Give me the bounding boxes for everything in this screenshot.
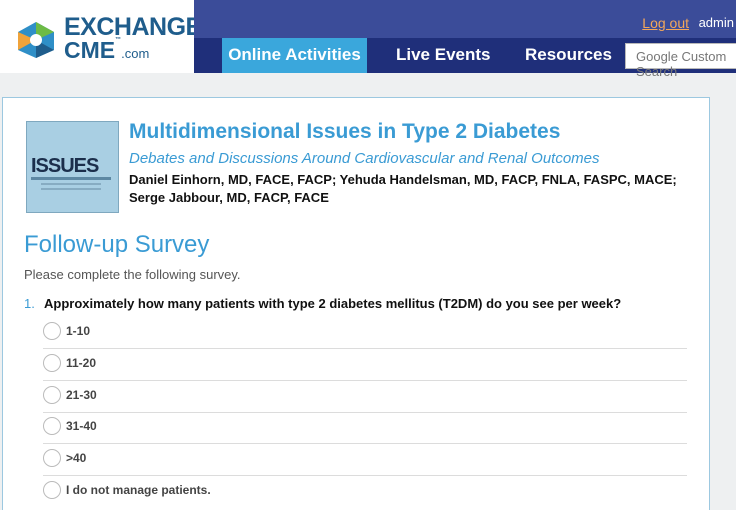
- content-panel: ISSUES Multidimensional Issues in Type 2…: [2, 97, 710, 510]
- top-bar: Log out admin: [194, 0, 736, 38]
- answer-option[interactable]: 21-30: [43, 381, 687, 413]
- exchangecme-logo[interactable]: EXCHANGE CME™.com: [0, 0, 202, 73]
- cover-decoration: [41, 183, 101, 185]
- main-nav: Online Activities Live Events Resources …: [194, 38, 736, 79]
- nav-live-events[interactable]: Live Events: [396, 38, 491, 73]
- question-number: 1.: [24, 296, 35, 311]
- question-text: Approximately how many patients with typ…: [44, 296, 622, 311]
- answer-option[interactable]: >40: [43, 444, 687, 476]
- answer-label[interactable]: 21-30: [66, 388, 97, 402]
- search-input[interactable]: Google Custom Search: [625, 43, 736, 79]
- nav-online-activities[interactable]: Online Activities: [222, 38, 367, 73]
- username-label[interactable]: admin: [699, 15, 734, 30]
- answer-label[interactable]: >40: [66, 451, 86, 465]
- cover-title: ISSUES: [31, 155, 99, 177]
- radio-button[interactable]: [43, 354, 61, 372]
- cover-decoration: [31, 177, 111, 180]
- radio-button[interactable]: [43, 481, 61, 499]
- survey-title: Follow-up Survey: [24, 231, 210, 258]
- radio-button[interactable]: [43, 417, 61, 435]
- radio-button[interactable]: [43, 322, 61, 340]
- faculty-list: Daniel Einhorn, MD, FACE, FACP; Yehuda H…: [129, 172, 677, 205]
- nav-resources[interactable]: Resources: [525, 38, 612, 73]
- course-subtitle: Debates and Discussions Around Cardiovas…: [129, 150, 600, 167]
- answer-label[interactable]: 31-40: [66, 419, 97, 433]
- radio-button[interactable]: [43, 386, 61, 404]
- course-title: Multidimensional Issues in Type 2 Diabet…: [129, 120, 561, 143]
- answer-option[interactable]: 31-40: [43, 412, 687, 444]
- logo-text-cme: CME™.com: [64, 37, 150, 63]
- answer-label[interactable]: I do not manage patients.: [66, 483, 211, 497]
- survey-instructions: Please complete the following survey.: [24, 267, 241, 282]
- radio-button[interactable]: [43, 449, 61, 467]
- cover-decoration: [41, 188, 101, 190]
- answer-option[interactable]: 1-10: [43, 317, 687, 349]
- answer-option[interactable]: I do not manage patients.: [43, 476, 687, 508]
- logout-link[interactable]: Log out: [642, 15, 689, 31]
- answer-option[interactable]: 11-20: [43, 349, 687, 381]
- course-cover-image: ISSUES: [26, 121, 119, 213]
- logo-icon: [18, 22, 54, 58]
- site-header: EXCHANGE CME™.com Log out admin Online A…: [0, 0, 736, 79]
- answer-label[interactable]: 11-20: [66, 356, 96, 370]
- answer-label[interactable]: 1-10: [66, 324, 90, 338]
